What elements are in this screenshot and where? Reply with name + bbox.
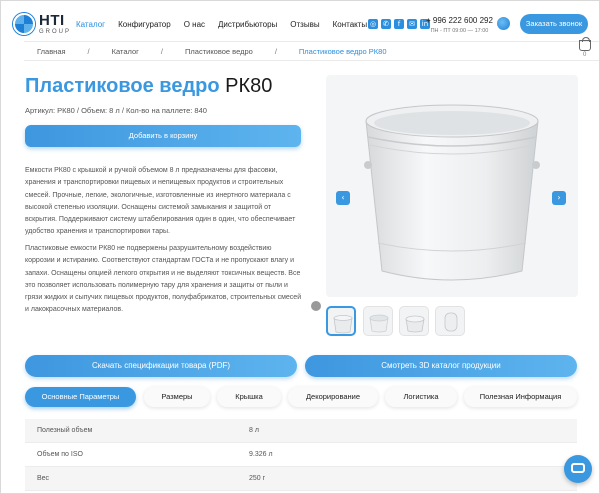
social-links: ◎ ✆ f ✉ in — [368, 19, 430, 29]
table-row: Вес 250 г — [25, 467, 577, 491]
gallery-thumbnail[interactable] — [326, 306, 356, 336]
add-to-cart-button[interactable]: Добавить в корзину — [25, 125, 301, 147]
contact-phone: + 996 222 600 292 ПН - ПТ 09:00 — 17:00 — [426, 16, 493, 34]
order-call-button[interactable]: Заказать звонок — [520, 14, 588, 34]
logo-subtext: GROUP — [39, 29, 72, 35]
product-description-1: Емкости РК80 с крышкой и ручкой объемом … — [25, 167, 296, 236]
param-name: Вес — [37, 475, 50, 482]
breadcrumb-separator: / — [87, 46, 90, 56]
param-value: 250 г — [249, 475, 266, 482]
breadcrumb-category[interactable]: Пластиковое ведро — [185, 47, 253, 56]
gallery-thumbnail[interactable] — [435, 306, 465, 336]
product-title-prefix: Пластиковое ведро — [25, 75, 220, 97]
tab-dimensions[interactable]: Размеры — [144, 387, 210, 407]
breadcrumb-home[interactable]: Главная — [37, 47, 66, 56]
nav-distributors[interactable]: Дистрибьюторы — [218, 20, 277, 29]
nav-contacts[interactable]: Контакты — [333, 20, 368, 29]
gallery-prev-button[interactable]: ‹ — [336, 191, 350, 205]
nav-catalog[interactable]: Каталог — [76, 20, 105, 29]
table-row: Полезный объем 8 л — [25, 419, 577, 443]
nav-configurator[interactable]: Конфигуратор — [118, 20, 171, 29]
tab-useful-info[interactable]: Полезная Информация — [464, 387, 577, 407]
product-description-2: Пластиковые емкости РК80 не подвержены р… — [25, 245, 302, 314]
nav-reviews[interactable]: Отзывы — [290, 20, 319, 29]
main-nav: Каталог Конфигуратор О нас Дистрибьюторы… — [76, 20, 380, 29]
facebook-icon[interactable]: f — [394, 19, 404, 29]
cart-count: 0 — [583, 52, 587, 58]
download-spec-button[interactable]: Скачать спецификации товара (PDF) — [25, 355, 297, 377]
param-value: 9.326 л — [249, 451, 273, 458]
chat-icon[interactable] — [564, 455, 592, 483]
param-name: Объем по ISO — [37, 451, 83, 458]
breadcrumb-separator: / — [274, 46, 277, 56]
gallery-indicator — [311, 301, 321, 311]
params-table: Полезный объем 8 л Объем по ISO 9.326 л … — [25, 419, 577, 491]
logo[interactable]: HTI GROUP — [13, 13, 71, 35]
gallery-next-button[interactable]: › — [552, 191, 566, 205]
product-gallery — [326, 75, 578, 297]
working-hours: ПН - ПТ 09:00 — 17:00 — [430, 28, 489, 34]
tab-logistics[interactable]: Логистика — [385, 387, 457, 407]
breadcrumb: Главная / Каталог / Пластиковое ведро / … — [24, 41, 599, 61]
page: HTI GROUP Каталог Конфигуратор О нас Дис… — [0, 0, 600, 494]
product-title: Пластиковое ведро РК80 — [25, 75, 272, 98]
mail-icon[interactable]: ✉ — [407, 19, 417, 29]
product-title-model: РК80 — [225, 75, 273, 97]
logo-icon — [13, 13, 35, 35]
gallery-thumbnail[interactable] — [363, 306, 393, 336]
param-value: 8 л — [249, 427, 259, 434]
product-meta: Артикул: РК80 / Объем: 8 л / Кол-во на п… — [25, 106, 207, 115]
tab-lid[interactable]: Крышка — [217, 387, 281, 407]
param-name: Полезный объем — [37, 427, 93, 434]
tab-main-params[interactable]: Основные Параметры — [25, 387, 136, 407]
whatsapp-icon[interactable]: ✆ — [381, 19, 391, 29]
globe-icon[interactable] — [497, 17, 510, 30]
phone-number[interactable]: + 996 222 600 292 — [426, 16, 493, 25]
bucket-image — [364, 104, 540, 281]
table-row: Объем по ISO 9.326 л — [25, 443, 577, 467]
tab-decoration[interactable]: Декорирование — [288, 387, 378, 407]
nav-about[interactable]: О нас — [184, 20, 205, 29]
breadcrumb-catalog[interactable]: Каталог — [112, 47, 139, 56]
breadcrumb-separator: / — [160, 46, 163, 56]
instagram-icon[interactable]: ◎ — [368, 19, 378, 29]
view-3d-catalog-button[interactable]: Смотреть 3D каталог продукции — [305, 355, 577, 377]
cart-icon[interactable] — [579, 37, 591, 51]
gallery-thumbnail[interactable] — [399, 306, 429, 336]
site-header: HTI GROUP Каталог Конфигуратор О нас Дис… — [1, 1, 599, 45]
logo-text: HTI — [39, 12, 65, 29]
breadcrumb-current: Пластиковое ведро РК80 — [298, 46, 387, 56]
